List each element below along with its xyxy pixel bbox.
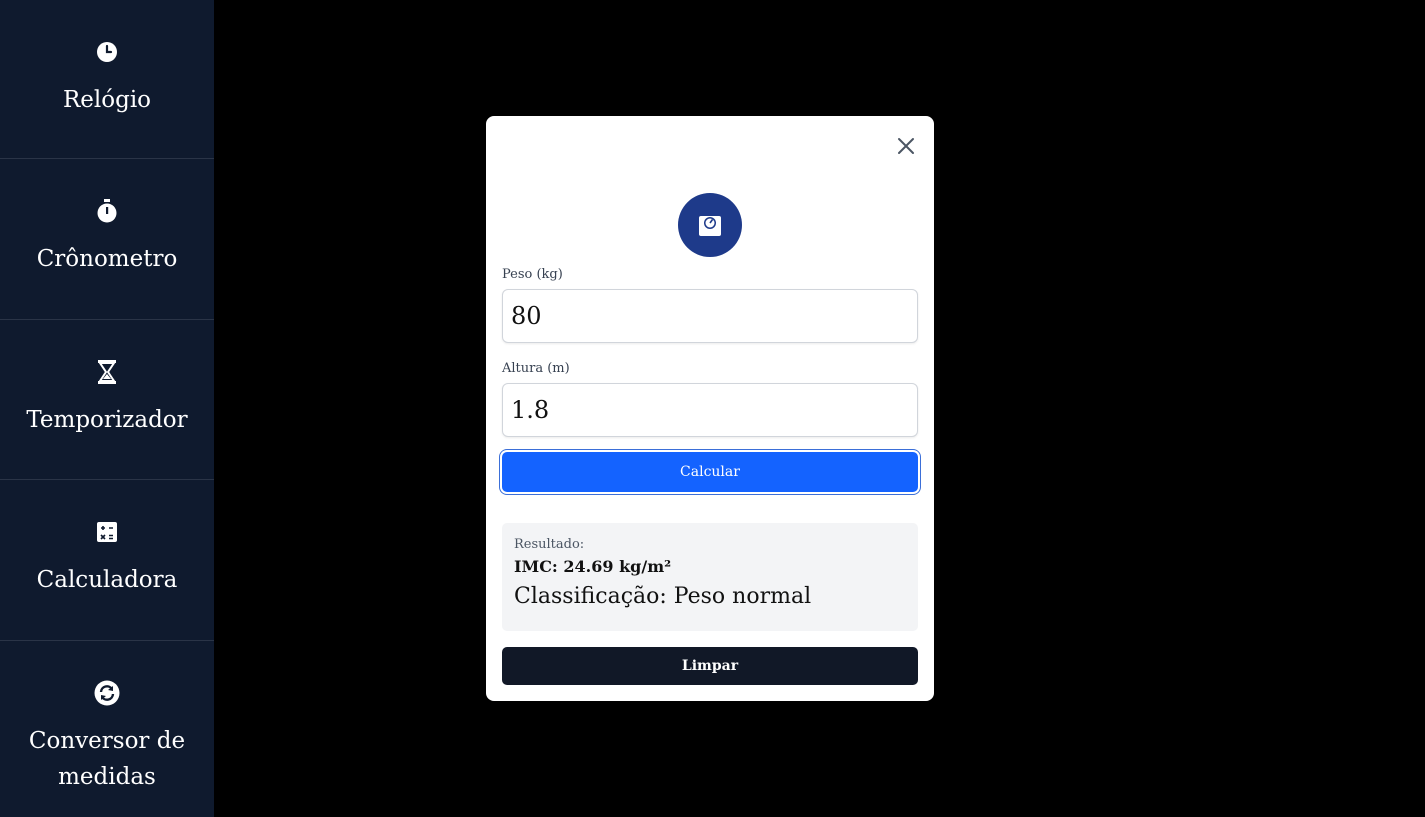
scale-icon [678, 193, 742, 257]
classification-text: Classificação: Peso normal [514, 584, 812, 609]
sidebar-item-calculator[interactable]: Calculadora [0, 480, 214, 641]
hourglass-icon [97, 360, 117, 384]
result-panel: Resultado: IMC: 24.69 kg/m² Classificaçã… [502, 523, 918, 631]
calculator-icon [96, 520, 118, 544]
height-label: Altura (m) [502, 361, 570, 376]
sidebar: Relógio Crônometro Temporizador Calculad… [0, 0, 214, 817]
height-input[interactable] [502, 383, 918, 437]
sidebar-item-label: Relógio [62, 87, 152, 113]
sidebar-item-timer[interactable]: Temporizador [0, 320, 214, 480]
clear-button[interactable]: Limpar [502, 647, 918, 685]
sidebar-item-label: Conversor de medidas [28, 728, 186, 790]
stopwatch-icon [96, 199, 118, 223]
convert-icon [94, 680, 120, 706]
close-icon[interactable] [896, 136, 916, 156]
weight-input[interactable] [502, 289, 918, 343]
sidebar-item-clock[interactable]: Relógio [0, 0, 214, 159]
sidebar-item-stopwatch[interactable]: Crônometro [0, 159, 214, 320]
sidebar-item-label: Calculadora [36, 567, 178, 593]
sidebar-item-label: Crônometro [36, 246, 178, 272]
imc-value: IMC: 24.69 kg/m² [514, 557, 672, 576]
result-label: Resultado: [514, 537, 585, 552]
sidebar-item-converter[interactable]: Conversor de medidas [0, 641, 214, 817]
calculate-button[interactable]: Calcular [502, 452, 918, 492]
sidebar-item-label: Temporizador [26, 407, 188, 433]
weight-label: Peso (kg) [502, 267, 563, 282]
clock-icon [96, 40, 118, 64]
imc-modal: Peso (kg) Altura (m) Calcular Resultado:… [486, 116, 934, 701]
